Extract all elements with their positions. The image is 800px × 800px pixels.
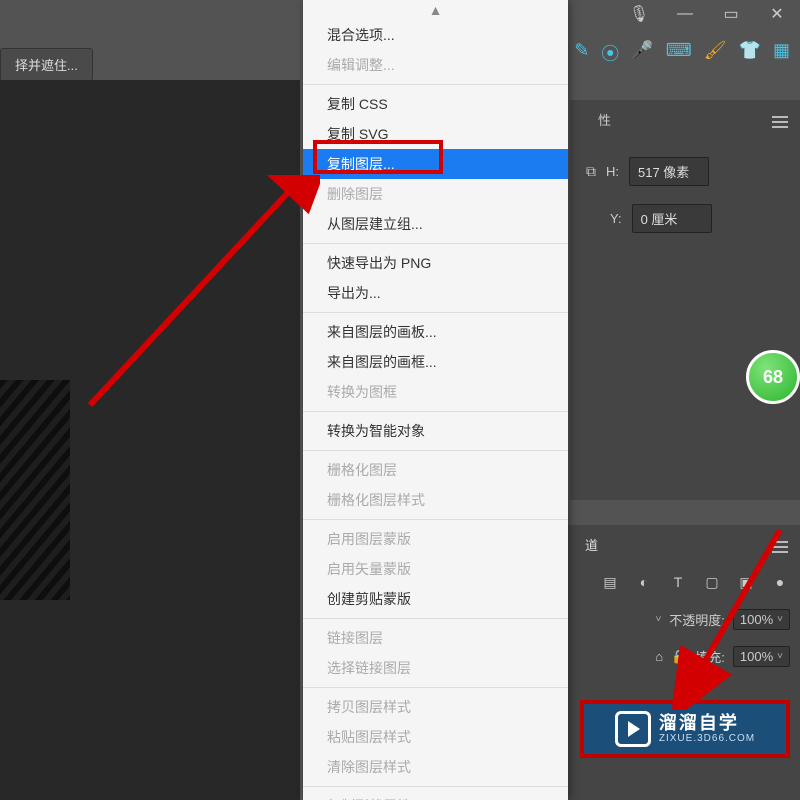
- target-icon[interactable]: ⦿: [601, 40, 619, 66]
- watermark-url: ZIXUE.3D66.COM: [659, 733, 755, 744]
- menu-separator: [303, 687, 568, 688]
- menu-item[interactable]: 复制图层...: [303, 149, 568, 179]
- menu-separator: [303, 84, 568, 85]
- menu-separator: [303, 411, 568, 412]
- properties-tab[interactable]: 性: [570, 100, 800, 139]
- properties-tab-label: 性: [598, 113, 611, 128]
- menu-item[interactable]: 创建剪贴蒙版: [303, 584, 568, 614]
- layers-panel-menu-icon[interactable]: [772, 541, 788, 553]
- crop-icon[interactable]: ⌂: [655, 649, 663, 664]
- keyboard-icon[interactable]: ⌨: [666, 40, 692, 66]
- layer-filter-icons: ▤ ◐ T ▢ ▣ ●: [565, 564, 800, 601]
- menu-item: 启用图层蒙版: [303, 524, 568, 554]
- panel-menu-icon[interactable]: [772, 116, 788, 128]
- chevron-down-icon[interactable]: ˅: [655, 614, 661, 625]
- opacity-value[interactable]: 100%˅: [733, 609, 790, 630]
- menu-item: 启用矢量蒙版: [303, 554, 568, 584]
- menu-item: 链接图层: [303, 623, 568, 653]
- play-icon: [615, 711, 651, 747]
- y-input[interactable]: 0 厘米: [632, 204, 712, 233]
- cloud-tool-strip: ✎ ⦿ 🎤 ⌨ 🖌 👕 ▦: [574, 40, 800, 66]
- y-label: Y:: [610, 211, 622, 226]
- link-icon[interactable]: ⧉: [586, 163, 596, 180]
- watermark-brand: 溜溜自学: [659, 714, 755, 734]
- menu-item: 栅格化图层: [303, 455, 568, 485]
- menu-separator: [303, 312, 568, 313]
- channels-tab-label: 道: [585, 538, 598, 553]
- menu-item: 删除图层: [303, 179, 568, 209]
- filter-toggle-icon[interactable]: ●: [772, 574, 788, 591]
- channels-tab[interactable]: 道: [565, 525, 800, 564]
- pencil-icon[interactable]: ✎: [574, 40, 589, 66]
- lock-icon[interactable]: 🔒: [671, 649, 687, 665]
- menu-item: 编辑调整...: [303, 50, 568, 80]
- menu-separator: [303, 243, 568, 244]
- scroll-up-arrow-icon[interactable]: ▲: [303, 0, 568, 20]
- canvas-area: [0, 80, 300, 800]
- dropper-icon[interactable]: 🖌: [704, 40, 727, 66]
- menu-item: 选择链接图层: [303, 653, 568, 683]
- filter-image-icon[interactable]: ▤: [602, 574, 618, 591]
- menu-item[interactable]: 复制 CSS: [303, 89, 568, 119]
- h-input[interactable]: 517 像素: [629, 157, 709, 186]
- menu-separator: [303, 618, 568, 619]
- close-button[interactable]: ✕: [754, 0, 800, 28]
- shirt-icon[interactable]: 👕: [739, 40, 761, 66]
- layers-panel: 道 ▤ ◐ T ▢ ▣ ● ˅ 不透明度: 100%˅ ⌂ 🔒 填充: 100%…: [565, 525, 800, 800]
- grid-icon[interactable]: ▦: [773, 40, 790, 66]
- menu-item[interactable]: 转换为智能对象: [303, 416, 568, 446]
- layer-context-menu: ▲ 混合选项...编辑调整... 复制 CSS复制 SVG复制图层...删除图层从…: [303, 0, 568, 800]
- height-row: ⧉ H: 517 像素: [570, 157, 800, 186]
- menu-separator: [303, 450, 568, 451]
- menu-item: 转换为图框: [303, 377, 568, 407]
- canvas-image-placeholder: [0, 380, 70, 600]
- filter-shape-icon[interactable]: ▢: [704, 574, 720, 591]
- menu-item: 拷贝图层样式: [303, 692, 568, 722]
- maximize-button[interactable]: ▭: [708, 0, 754, 28]
- fill-row: ⌂ 🔒 填充: 100%˅: [565, 638, 800, 675]
- window-controls: 🎙 — ▭ ✕: [624, 0, 800, 28]
- filter-adjust-icon[interactable]: ◐: [636, 574, 652, 591]
- fill-label: 填充:: [695, 647, 725, 666]
- menu-separator: [303, 786, 568, 787]
- h-label: H:: [606, 164, 619, 179]
- menu-item: 粘贴图层样式: [303, 722, 568, 752]
- menu-item: 清除图层样式: [303, 752, 568, 782]
- menu-separator: [303, 519, 568, 520]
- menu-item[interactable]: 导出为...: [303, 278, 568, 308]
- mic-icon[interactable]: 🎙: [624, 0, 654, 28]
- menu-item: 复制形状属性: [303, 791, 568, 800]
- menu-item: 栅格化图层样式: [303, 485, 568, 515]
- menu-item[interactable]: 从图层建立组...: [303, 209, 568, 239]
- select-and-mask-button[interactable]: 择并遮住...: [0, 48, 93, 81]
- filter-smart-icon[interactable]: ▣: [738, 574, 754, 591]
- menu-item[interactable]: 来自图层的画板...: [303, 317, 568, 347]
- minimize-button[interactable]: —: [662, 0, 708, 28]
- filter-type-icon[interactable]: T: [670, 574, 686, 591]
- mic-icon[interactable]: 🎤: [631, 40, 653, 66]
- properties-panel: 性 ⧉ H: 517 像素 Y: 0 厘米: [570, 100, 800, 500]
- watermark-badge: 溜溜自学 ZIXUE.3D66.COM: [580, 700, 790, 758]
- menu-item[interactable]: 复制 SVG: [303, 119, 568, 149]
- menu-item[interactable]: 来自图层的画框...: [303, 347, 568, 377]
- opacity-label: 不透明度:: [669, 610, 725, 629]
- floating-badge[interactable]: 68: [746, 350, 800, 404]
- menu-item[interactable]: 混合选项...: [303, 20, 568, 50]
- y-row: Y: 0 厘米: [570, 204, 800, 233]
- opacity-row: ˅ 不透明度: 100%˅: [565, 601, 800, 638]
- menu-item[interactable]: 快速导出为 PNG: [303, 248, 568, 278]
- fill-value[interactable]: 100%˅: [733, 646, 790, 667]
